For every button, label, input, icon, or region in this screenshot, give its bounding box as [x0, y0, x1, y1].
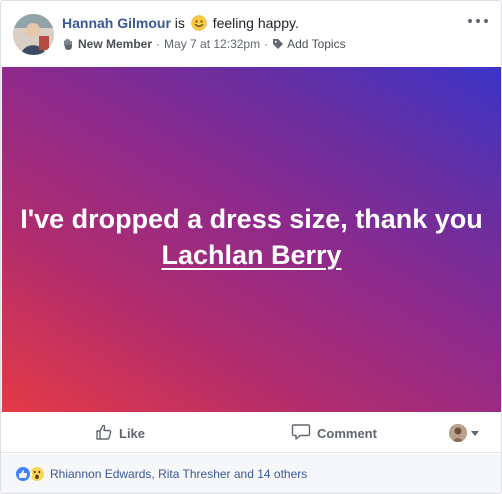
wave-hand-icon [62, 38, 75, 51]
status-banner: I've dropped a dress size, thank you Lac… [2, 67, 501, 412]
post-title-line: Hannah Gilmour is feeling happy. [62, 14, 299, 32]
banner-text: I've dropped a dress size, thank you Lac… [17, 201, 487, 273]
comment-button[interactable]: Comment [291, 413, 377, 453]
chevron-down-icon [471, 430, 479, 436]
feeling-text: feeling happy. [212, 15, 299, 31]
comment-icon [291, 423, 311, 444]
tag-icon [272, 38, 284, 50]
author-avatar[interactable] [13, 14, 54, 55]
reactions-summary: Rhiannon Edwards, Rita Thresher and 14 o… [1, 454, 501, 493]
post-actions: Like Comment [1, 413, 501, 453]
dot-icon [468, 19, 472, 23]
dot-icon [476, 19, 480, 23]
reactors-text[interactable]: Rhiannon Edwards, Rita Thresher and 14 o… [50, 467, 307, 481]
smile-emoji-icon [191, 15, 207, 31]
post-header: Hannah Gilmour is feeling happy. New Mem… [1, 1, 501, 66]
post-timestamp[interactable]: May 7 at 12:32pm [164, 36, 260, 52]
is-text: is [174, 15, 185, 31]
post-meta: New Member · May 7 at 12:32pm · Add Topi… [62, 36, 346, 52]
like-label: Like [119, 425, 146, 441]
comment-label: Comment [317, 425, 377, 441]
more-options-button[interactable] [468, 13, 488, 29]
author-name[interactable]: Hannah Gilmour [62, 15, 171, 31]
dot-icon [484, 19, 488, 23]
mention-link[interactable]: Lachlan Berry [161, 240, 341, 270]
member-badge[interactable]: New Member [78, 36, 152, 52]
reaction-icons[interactable] [14, 465, 46, 483]
meta-separator: · [264, 37, 269, 51]
thumbs-up-icon [95, 423, 113, 444]
post-card: Hannah Gilmour is feeling happy. New Mem… [0, 0, 502, 494]
meta-separator: · [156, 37, 161, 51]
like-reaction-icon [14, 465, 32, 483]
post-as-selector[interactable] [449, 413, 479, 453]
add-topics-link[interactable]: Add Topics [287, 36, 345, 52]
like-button[interactable]: Like [95, 413, 145, 453]
user-avatar [449, 424, 467, 442]
banner-text-main: I've dropped a dress size, thank you [20, 203, 483, 234]
